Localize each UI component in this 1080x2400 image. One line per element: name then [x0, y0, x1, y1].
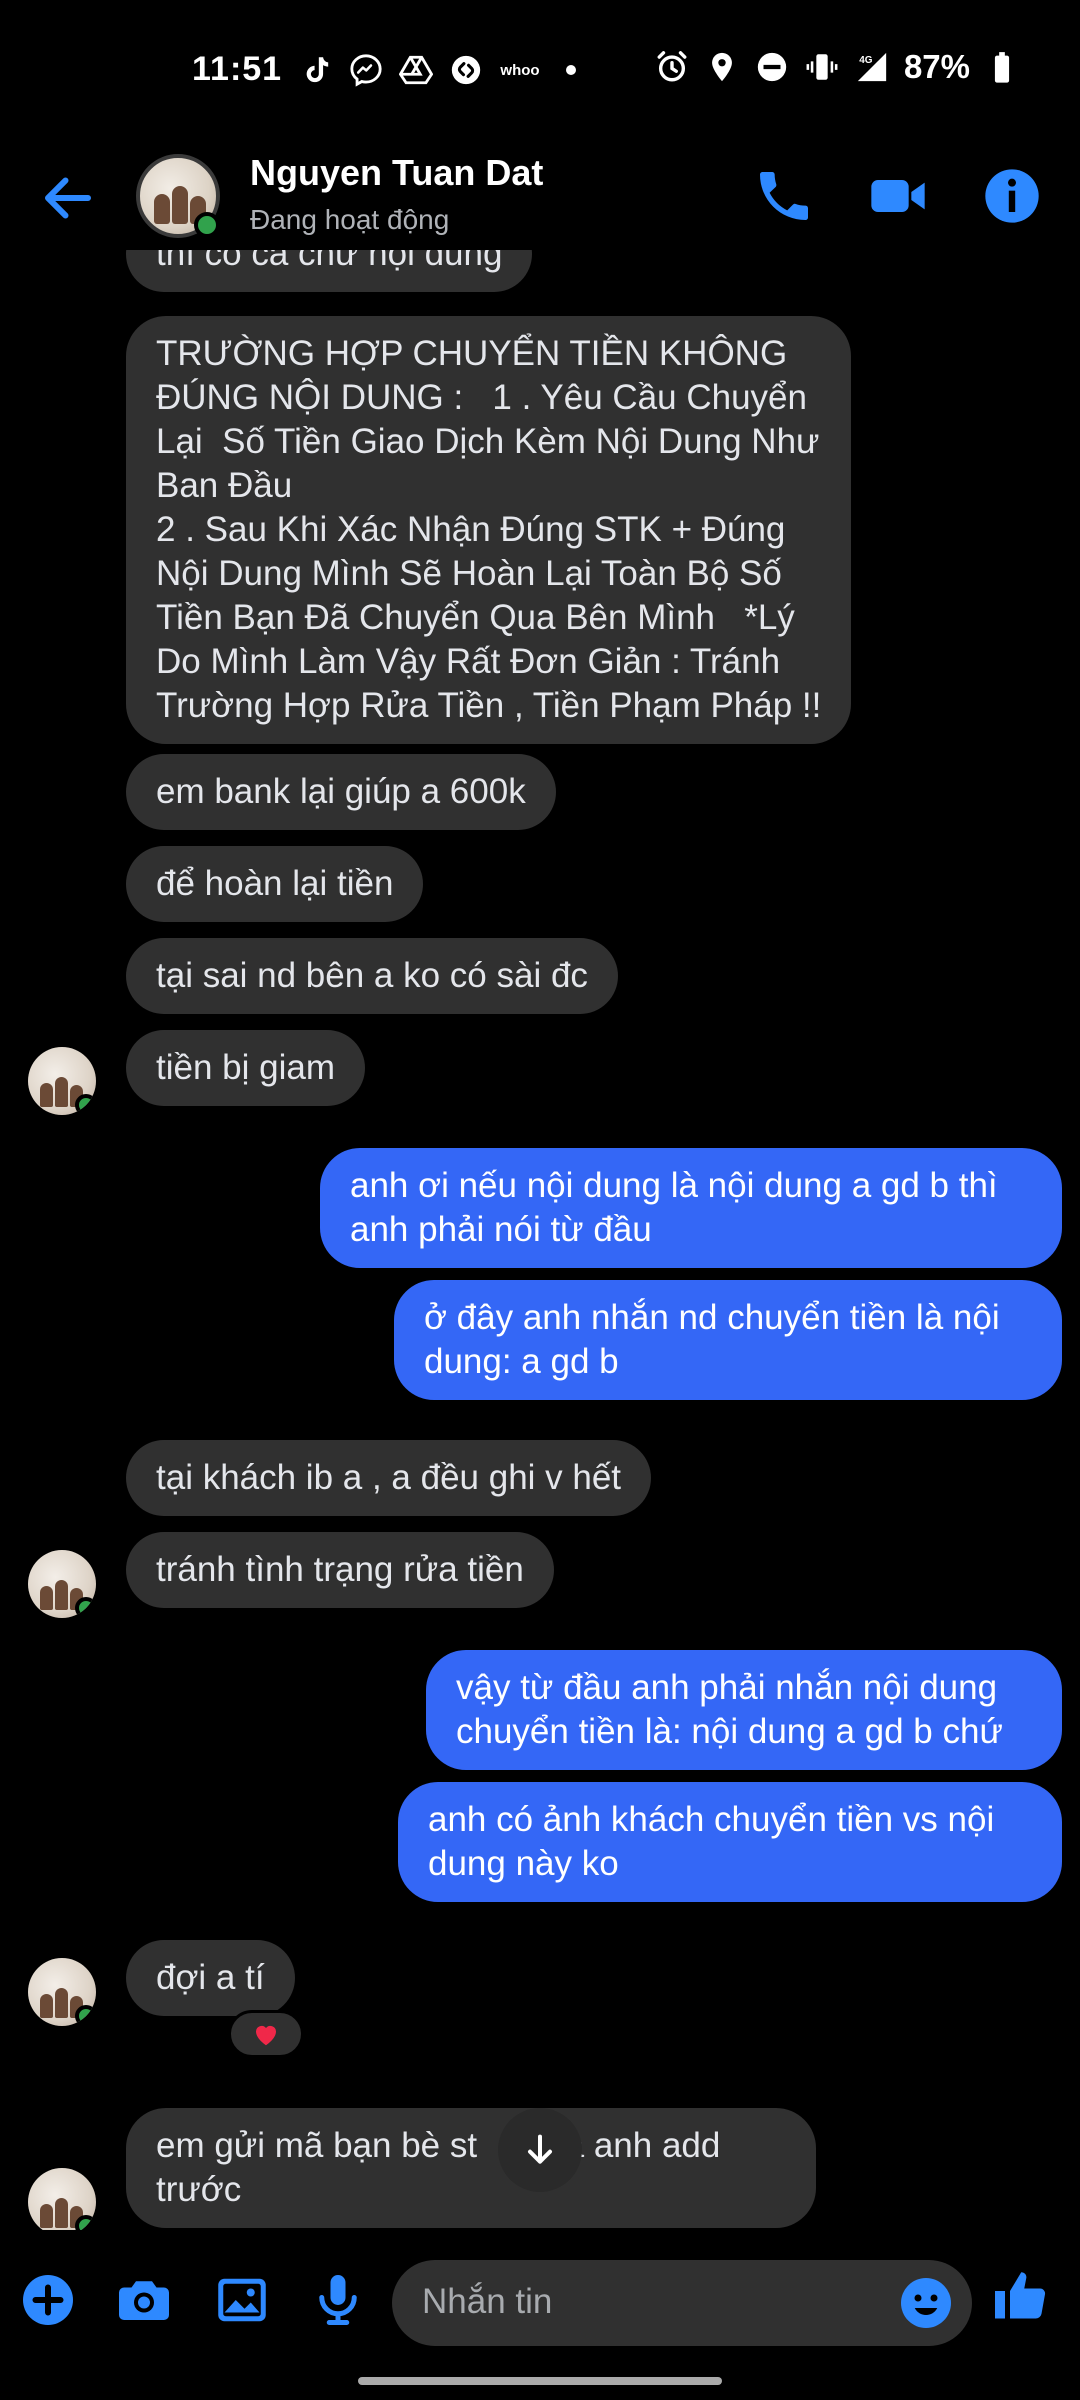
more-actions-button[interactable]	[18, 2270, 78, 2330]
alarm-icon	[654, 49, 690, 85]
status-bar: 11:51 whoo 4G 87%	[0, 0, 1080, 140]
online-indicator	[75, 1094, 96, 1115]
contact-status: Đang hoạt động	[250, 204, 450, 235]
contact-name[interactable]: Nguyen Tuan Dat	[250, 152, 543, 194]
like-button[interactable]	[990, 2266, 1050, 2326]
signal-4g-icon: 4G	[854, 49, 890, 85]
chat-header: Nguyen Tuan Dat Đang hoạt động	[0, 140, 1080, 250]
back-button[interactable]	[38, 168, 98, 228]
message-incoming[interactable]: tại khách ib a , a đều ghi v hết	[126, 1440, 652, 1516]
system-icons: 4G 87%	[654, 48, 1020, 86]
tiktok-icon	[298, 52, 334, 88]
conversation-info-button[interactable]	[980, 164, 1044, 228]
heart-icon	[256, 2025, 276, 2046]
messenger-icon	[348, 52, 384, 88]
location-icon	[704, 49, 740, 85]
message-incoming[interactable]: thì có cả chữ nội dung	[126, 250, 533, 292]
drive-icon	[398, 52, 434, 88]
camera-button[interactable]	[114, 2270, 174, 2330]
back-arrow-icon	[45, 177, 91, 219]
online-indicator	[75, 2005, 96, 2026]
message-incoming[interactable]: tiền bị giam	[126, 1030, 365, 1106]
sender-avatar[interactable]	[28, 1550, 96, 1618]
whoo-icon: whoo	[500, 61, 540, 79]
emoji-button[interactable]	[896, 2273, 956, 2333]
scroll-to-bottom-button[interactable]	[498, 2108, 582, 2192]
sender-avatar[interactable]	[28, 2168, 96, 2230]
message-outgoing[interactable]: anh ơi nếu nội dung là nội dung a gd b t…	[320, 1148, 1062, 1268]
message-outgoing[interactable]: ở đây anh nhắn nd chuyển tiền là nội dun…	[394, 1280, 1062, 1400]
battery-icon	[984, 49, 1020, 85]
message-incoming[interactable]: em gửi mã bạn bè st qua anh add trước	[126, 2108, 816, 2228]
gesture-navigation-handle[interactable]	[358, 2377, 722, 2385]
online-indicator	[75, 1597, 96, 1618]
heart-reaction[interactable]	[228, 2010, 304, 2058]
sender-avatar[interactable]	[28, 1047, 96, 1115]
online-indicator	[194, 212, 220, 238]
message-incoming[interactable]: tránh tình trạng rửa tiền	[126, 1532, 554, 1608]
image-icon	[218, 2278, 266, 2322]
shazam-icon	[448, 52, 484, 88]
message-outgoing[interactable]: anh có ảnh khách chuyển tiền vs nội dung…	[398, 1782, 1062, 1902]
do-not-disturb-icon	[754, 49, 790, 85]
online-indicator	[75, 2215, 96, 2230]
plus-circle-icon	[23, 2275, 73, 2325]
status-time: 11:51	[192, 50, 283, 88]
camera-icon	[119, 2281, 169, 2320]
info-icon	[985, 169, 1039, 223]
message-incoming[interactable]: em bank lại giúp a 600k	[126, 754, 556, 830]
message-input[interactable]: Nhắn tin	[392, 2260, 972, 2346]
message-outgoing[interactable]: vậy từ đầu anh phải nhắn nội dung chuyển…	[426, 1650, 1062, 1770]
more-notifications-dot	[566, 65, 576, 75]
message-input-placeholder: Nhắn tin	[422, 2282, 553, 2321]
sender-avatar[interactable]	[28, 1958, 96, 2026]
battery-percent: 87%	[903, 48, 970, 85]
microphone-icon	[319, 2275, 357, 2325]
message-list[interactable]: thì có cả chữ nội dung TRƯỜNG HỢP CHUYỂN…	[0, 250, 1080, 2230]
notification-icons: whoo	[298, 52, 576, 88]
voice-message-button[interactable]	[308, 2270, 368, 2330]
arrow-down-icon	[528, 2134, 552, 2164]
message-incoming[interactable]: tại sai nd bên a ko có sài đc	[126, 938, 618, 1014]
vibrate-icon	[804, 49, 840, 85]
video-call-button[interactable]	[866, 164, 930, 228]
video-camera-icon	[871, 180, 925, 212]
svg-text:4G: 4G	[859, 55, 873, 66]
phone-icon	[760, 172, 808, 220]
thumbs-up-icon	[995, 2272, 1046, 2319]
message-incoming[interactable]: đợi a tí	[126, 1940, 295, 2016]
voice-call-button[interactable]	[752, 164, 816, 228]
message-incoming[interactable]: để hoàn lại tiền	[126, 846, 424, 922]
smiley-icon	[901, 2278, 951, 2328]
message-composer: Nhắn tin	[0, 2230, 1080, 2380]
message-incoming[interactable]: TRƯỜNG HỢP CHUYỂN TIỀN KHÔNG ĐÚNG NỘI DU…	[126, 316, 852, 744]
gallery-button[interactable]	[212, 2270, 272, 2330]
